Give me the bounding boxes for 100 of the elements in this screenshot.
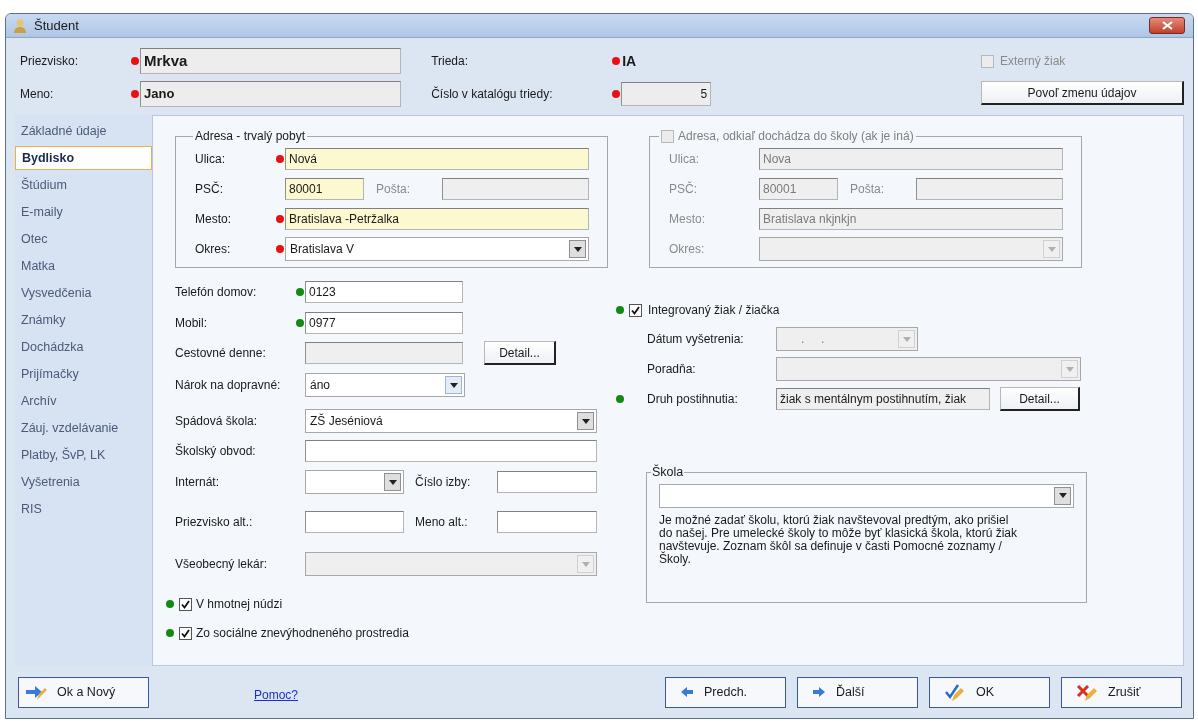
window-title: Študent xyxy=(34,16,79,35)
field-label: Cestovné denne: xyxy=(175,345,267,362)
text-field[interactable]: Bratislava -Petržalka xyxy=(285,208,589,230)
field-label: Pošta: xyxy=(849,181,886,198)
text-field[interactable]: 5 xyxy=(621,82,712,106)
checkbox-label: Integrovaný žiak / žiačka xyxy=(647,302,780,319)
group-title: Adresa, odkiaľ dochádza do školy (ak je iná) xyxy=(678,128,914,145)
caret-icon xyxy=(902,336,911,342)
caret-icon xyxy=(573,246,582,252)
sidebar-item[interactable]: Prijímačky xyxy=(15,362,152,386)
field-label: Ulica: xyxy=(195,151,226,168)
field-label: Mesto: xyxy=(195,211,232,228)
dropdown-button[interactable] xyxy=(569,240,586,258)
field-label: Okres: xyxy=(195,241,232,258)
text-field[interactable]: Nová xyxy=(285,148,589,170)
text-field[interactable] xyxy=(305,511,404,533)
dropdown[interactable]: ZŠ Jeséniová xyxy=(305,409,597,433)
dropdown[interactable]: áno xyxy=(305,373,465,397)
field-label: PSČ: xyxy=(669,180,698,198)
person-icon xyxy=(12,17,28,34)
checkbox[interactable] xyxy=(629,303,642,317)
caret-icon xyxy=(1065,366,1074,372)
text-field[interactable]: 0123 xyxy=(305,281,463,303)
sidebar-item[interactable]: Štúdium xyxy=(15,173,152,197)
field-label: Všeobecný lekár: xyxy=(175,556,269,573)
close-button[interactable] xyxy=(1149,17,1185,34)
field-label: Telefón domov: xyxy=(175,284,258,301)
left-arrow-icon xyxy=(680,686,694,698)
check-pencil-icon xyxy=(944,682,966,702)
sidebar-item[interactable]: Matka xyxy=(15,254,152,278)
field-label: Priezvisko: xyxy=(19,53,79,70)
dropdown-button[interactable] xyxy=(384,473,401,491)
field-label: Priezvisko alt.: xyxy=(175,514,254,531)
button[interactable]: Detail... xyxy=(484,341,556,365)
sidebar-item[interactable]: Archív xyxy=(15,389,152,413)
info-text: Je možné zadať školu, ktorú žiak navštevoval predtým, ako prišiel do našej. Pre umelecké školy to môže byť klasická škola, ktorú žiak navštevuje. Zoznam škôl sa definuje v časti Pomocné zoznamy / Školy. xyxy=(659,513,1018,566)
sidebar-item[interactable]: Platby, ŠvP, LK xyxy=(15,443,152,467)
field-label: Externý žiak xyxy=(1000,53,1066,70)
field-label: Internát: xyxy=(175,474,221,491)
button[interactable]: Ok a Nový xyxy=(18,676,149,708)
close-icon xyxy=(1161,21,1173,30)
sidebar-item[interactable]: Známky xyxy=(15,308,152,332)
sidebar-item[interactable]: Bydlisko xyxy=(15,146,152,170)
caret-icon xyxy=(388,479,397,485)
text-field[interactable]: 80001 xyxy=(285,178,364,200)
text-field[interactable] xyxy=(497,471,597,493)
caret-icon xyxy=(1058,493,1067,499)
button[interactable]: Povoľ zmenu údajov xyxy=(981,81,1184,105)
text-field[interactable] xyxy=(497,511,597,533)
caret-icon xyxy=(581,561,590,567)
field-label: Trieda: xyxy=(431,53,470,70)
sidebar-item[interactable]: RIS xyxy=(15,497,152,521)
caret-icon xyxy=(449,382,458,388)
field-label: Číslo v katalógu triedy: xyxy=(431,85,554,103)
field-label: Pošta: xyxy=(375,181,412,198)
field-label: Dátum vyšetrenia: xyxy=(647,331,745,348)
cross-pencil-icon xyxy=(1076,682,1098,702)
sidebar-item[interactable]: Dochádzka xyxy=(15,335,152,359)
field-label: Mesto: xyxy=(669,211,706,228)
checkbox[interactable] xyxy=(179,626,192,640)
dropdown[interactable]: Bratislava V xyxy=(285,237,589,261)
button[interactable]: OK xyxy=(929,676,1050,708)
field-label: Číslo izby: xyxy=(414,473,472,491)
field-label: Okres: xyxy=(669,241,706,258)
caret-icon xyxy=(581,418,590,424)
dropdown-button[interactable] xyxy=(445,376,462,394)
field-label: PSČ: xyxy=(195,180,224,198)
field-label: Školský obvod: xyxy=(175,442,257,460)
sidebar-item[interactable]: Vysvedčenia xyxy=(15,281,152,305)
button[interactable]: Detail... xyxy=(1000,387,1080,411)
button[interactable]: Zrušiť xyxy=(1061,676,1182,708)
sidebar-item[interactable]: Záuj. vzdelávanie xyxy=(15,416,152,440)
text-field[interactable]: Jano xyxy=(140,81,401,107)
text-field[interactable]: Mrkva xyxy=(140,48,401,74)
field-label: Druh postihnutia: xyxy=(647,391,739,408)
sidebar-item[interactable]: E-maily xyxy=(15,200,152,224)
checkbox[interactable] xyxy=(179,597,192,611)
group-title: Škola xyxy=(651,463,685,481)
class-value: IA xyxy=(621,51,637,71)
button[interactable]: Predch. xyxy=(665,676,786,708)
field-label: Nárok na dopravné: xyxy=(175,377,282,394)
field-label: Poradňa: xyxy=(647,361,697,378)
dropdown-button[interactable] xyxy=(1054,486,1071,505)
caret-icon xyxy=(1047,246,1056,252)
field-label: Mobil: xyxy=(175,315,208,332)
sidebar-item[interactable]: Základné údaje xyxy=(15,119,152,143)
field-label: Meno alt.: xyxy=(414,514,469,531)
button[interactable]: Ďalší xyxy=(797,676,918,708)
field-label: Meno: xyxy=(19,86,55,103)
checkbox-label: V hmotnej núdzi xyxy=(196,596,283,613)
sidebar-item[interactable]: Vyšetrenia xyxy=(15,470,152,494)
field-label: Ulica: xyxy=(669,151,700,168)
help-link[interactable]: Pomoc? xyxy=(254,686,299,704)
dropdown-button[interactable] xyxy=(577,412,594,430)
group-title: Adresa - trvalý pobyt xyxy=(195,128,306,145)
text-field[interactable]: 0977 xyxy=(305,312,463,334)
sidebar-item[interactable]: Otec xyxy=(15,227,152,251)
text-field[interactable] xyxy=(305,440,597,462)
right-arrow-icon xyxy=(812,686,826,698)
field-label: Spádová škola: xyxy=(175,413,259,430)
